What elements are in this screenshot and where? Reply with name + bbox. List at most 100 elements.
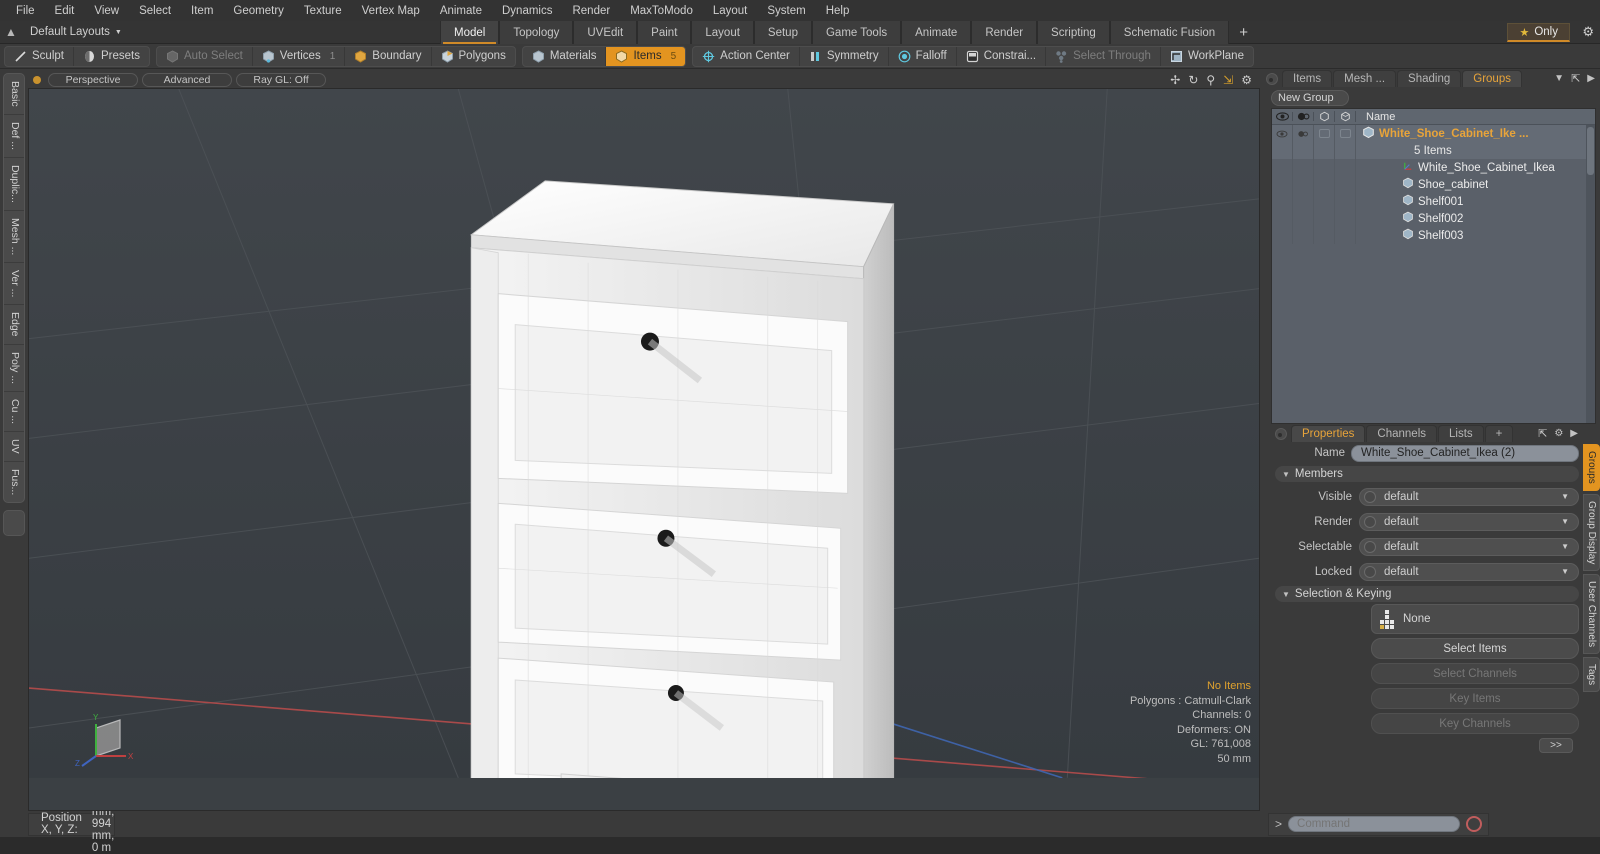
select-channels-button[interactable]: Select Channels — [1371, 663, 1579, 684]
table-row[interactable]: Shoe_cabinet — [1272, 176, 1595, 193]
zoom-icon[interactable]: ⚲ — [1206, 74, 1215, 86]
left-tab-fusion[interactable]: Fus... — [4, 462, 24, 502]
row-render-toggle[interactable] — [1293, 125, 1314, 142]
record-icon[interactable] — [1466, 816, 1483, 832]
rotate-icon[interactable]: ↻ — [1188, 74, 1198, 86]
viewport-raygl-selector[interactable]: Ray GL: Off — [236, 72, 326, 87]
gear-icon[interactable]: ⚙ — [1554, 428, 1563, 439]
menu-item-system[interactable]: System — [757, 3, 815, 19]
selection-keying-section-header[interactable]: ▼ Selection & Keying — [1275, 586, 1579, 602]
left-tab-mesh[interactable]: Mesh ... — [4, 211, 24, 263]
row-lock-toggle[interactable] — [1335, 125, 1356, 142]
new-group-button[interactable]: New Group — [1271, 90, 1349, 106]
tab-items[interactable]: Items — [1282, 70, 1333, 87]
properties-menu-knob[interactable] — [1275, 428, 1287, 440]
expand-icon[interactable]: ⇱ — [1571, 72, 1580, 85]
menu-item-view[interactable]: View — [84, 3, 129, 19]
vertices-button[interactable]: Vertices 1 — [253, 46, 346, 66]
tab-render[interactable]: Render — [971, 21, 1038, 44]
falloff-button[interactable]: Falloff — [889, 46, 957, 66]
expand-icon[interactable]: ⇱ — [1538, 427, 1547, 440]
tab-setup[interactable]: Setup — [753, 21, 812, 44]
row-select-toggle[interactable] — [1314, 125, 1335, 142]
menu-item-file[interactable]: File — [6, 3, 45, 19]
chevron-right-icon[interactable]: ▶ — [1570, 428, 1578, 439]
left-tool-options-panel[interactable] — [3, 510, 25, 537]
add-tab-button[interactable]: + — [1229, 21, 1258, 44]
items-button[interactable]: Items 5 — [606, 46, 686, 66]
group-tree-scrollbar[interactable] — [1586, 125, 1595, 423]
side-tab-tags[interactable]: Tags — [1583, 657, 1600, 693]
scrollbar-thumb[interactable] — [1587, 127, 1594, 175]
side-tab-user-channels[interactable]: User Channels — [1583, 574, 1600, 655]
tab-mesh[interactable]: Mesh ... — [1333, 70, 1397, 87]
panel-menu-knob[interactable] — [1266, 73, 1278, 85]
selectable-anim-circle[interactable] — [1364, 540, 1376, 553]
tab-paint[interactable]: Paint — [637, 21, 692, 44]
render-dropdown[interactable]: default ▼ — [1359, 512, 1579, 531]
menu-item-geometry[interactable]: Geometry — [223, 3, 294, 19]
selection-set-button[interactable]: None — [1371, 604, 1579, 634]
action-center-button[interactable]: Action Center — [693, 46, 800, 66]
menu-item-maxtomodo[interactable]: MaxToModo — [620, 3, 703, 19]
materials-button[interactable]: Materials — [523, 46, 607, 66]
symmetry-button[interactable]: Symmetry — [800, 46, 889, 66]
left-tab-vertex[interactable]: Ver ... — [4, 263, 24, 306]
menu-item-edit[interactable]: Edit — [45, 3, 85, 19]
tab-lists[interactable]: Lists — [1438, 425, 1484, 442]
tab-schematic-fusion[interactable]: Schematic Fusion — [1109, 21, 1230, 44]
left-tab-edge[interactable]: Edge — [4, 305, 24, 345]
chevron-down-icon[interactable]: ▼ — [1554, 73, 1564, 84]
only-toggle[interactable]: ★ Only — [1507, 23, 1570, 42]
gear-icon[interactable]: ⚙ — [1241, 74, 1252, 86]
viewport-projection-selector[interactable]: Perspective — [48, 72, 138, 87]
layout-selector[interactable]: Default Layouts ▼ — [22, 26, 130, 38]
menu-item-vertex-map[interactable]: Vertex Map — [352, 3, 430, 19]
menu-item-item[interactable]: Item — [181, 3, 223, 19]
visible-dropdown[interactable]: default ▼ — [1359, 487, 1579, 506]
menu-item-select[interactable]: Select — [129, 3, 181, 19]
viewport-3d[interactable]: Y X Z No Items Polygons : Catmull-Clark … — [28, 88, 1260, 811]
tab-topology[interactable]: Topology — [499, 21, 574, 44]
left-tab-polygon[interactable]: Poly ... — [4, 345, 24, 393]
home-icon[interactable]: ▲ — [0, 25, 22, 39]
menu-item-animate[interactable]: Animate — [430, 3, 492, 19]
move-icon[interactable]: ✢ — [1170, 74, 1180, 86]
tab-add[interactable]: + — [1484, 425, 1514, 442]
sculpt-button[interactable]: Sculpt — [5, 46, 74, 66]
table-row[interactable]: White_Shoe_Cabinet_Ikea — [1272, 159, 1595, 176]
tab-shading[interactable]: Shading — [1397, 70, 1462, 87]
key-channels-button[interactable]: Key Channels — [1371, 713, 1579, 734]
members-section-header[interactable]: ▼ Members — [1275, 466, 1579, 482]
name-field[interactable]: White_Shoe_Cabinet_Ikea (2) — [1351, 444, 1579, 462]
constraint-button[interactable]: Constrai... — [957, 46, 1047, 66]
menu-item-render[interactable]: Render — [562, 3, 620, 19]
tab-animate[interactable]: Animate — [901, 21, 972, 44]
menu-item-help[interactable]: Help — [816, 3, 860, 19]
select-through-button[interactable]: Select Through — [1046, 46, 1161, 66]
chevron-right-icon[interactable]: ▶ — [1587, 73, 1595, 84]
render-anim-circle[interactable] — [1364, 515, 1376, 528]
menu-item-dynamics[interactable]: Dynamics — [492, 3, 562, 19]
row-eye-toggle[interactable] — [1272, 125, 1293, 142]
gear-icon[interactable]: ⚙ — [1582, 24, 1594, 40]
boundary-button[interactable]: Boundary — [345, 46, 432, 66]
fit-icon[interactable]: ⇲ — [1223, 74, 1233, 86]
left-tab-duplicate[interactable]: Duplic... — [4, 158, 24, 211]
tab-scripting[interactable]: Scripting — [1037, 21, 1110, 44]
command-input[interactable] — [1288, 816, 1461, 832]
left-tab-curve[interactable]: Cu ... — [4, 392, 24, 433]
selectable-dropdown[interactable]: default ▼ — [1359, 537, 1579, 556]
table-row[interactable]: Shelf003 — [1272, 227, 1595, 244]
tab-model[interactable]: Model — [440, 21, 500, 44]
table-row[interactable]: Shelf002 — [1272, 210, 1595, 227]
left-tab-basic[interactable]: Basic — [4, 74, 24, 115]
auto-select-button[interactable]: Auto Select — [157, 46, 253, 66]
side-tab-group-display[interactable]: Group Display — [1583, 493, 1600, 572]
viewport-shading-selector[interactable]: Advanced — [142, 72, 232, 87]
tab-layout[interactable]: Layout — [691, 21, 754, 44]
locked-dropdown[interactable]: default ▼ — [1359, 562, 1579, 581]
menu-item-texture[interactable]: Texture — [294, 3, 352, 19]
visible-anim-circle[interactable] — [1364, 490, 1376, 503]
table-row[interactable]: White_Shoe_Cabinet_Ike ... — [1272, 125, 1595, 142]
